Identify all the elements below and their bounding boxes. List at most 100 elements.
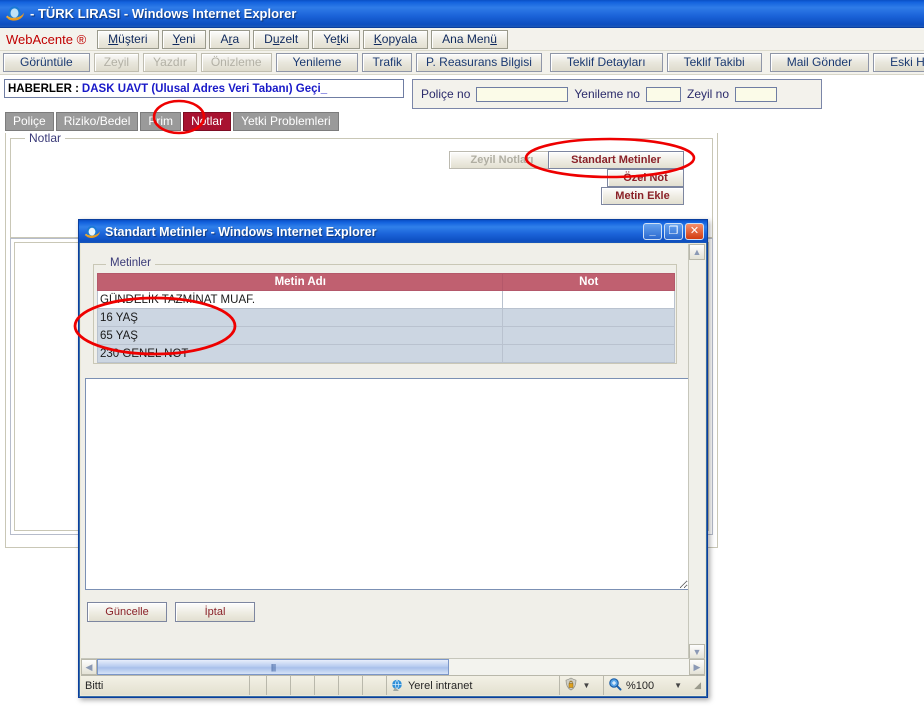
zoom-magnifier-icon <box>608 677 622 694</box>
action-toolbar: Görüntüle Zeyil Yazdır Önizleme Yenileme… <box>0 51 924 75</box>
toolbar-button-p-reasurans-bilgisi[interactable]: P. Reasurans Bilgisi <box>416 53 542 72</box>
cell-not[interactable] <box>502 344 675 363</box>
toolbar-button-teklif-detaylari[interactable]: Teklif Detayları <box>549 53 663 72</box>
standart-metinler-button[interactable]: Standart Metinler <box>548 151 684 169</box>
cell-not[interactable] <box>502 326 675 345</box>
section-tabs: Poliçe Riziko/Bedel Prim Notlar Yetki Pr… <box>0 109 924 131</box>
tab-prim[interactable]: Prim <box>140 112 182 131</box>
globe-icon <box>391 679 404 692</box>
zeyil-no-label: Zeyil no <box>686 87 730 101</box>
news-and-policy-row: HABERLER : DASK UAVT (Ulusal Adres Veri … <box>0 75 924 109</box>
dialog-body: Metinler Metin Adı Not GÜNDELİK TAZMİNAT… <box>79 243 707 697</box>
news-label: HABERLER : <box>8 82 79 95</box>
main-window-title: - TÜRK LIRASI - Windows Internet Explore… <box>30 6 297 21</box>
dialog-vertical-scrollbar[interactable]: ▲ ▼ <box>688 244 705 660</box>
minimize-icon[interactable]: _ <box>643 223 662 240</box>
tab-riziko-bedel[interactable]: Riziko/Bedel <box>55 112 139 131</box>
toolbar-button-trafik[interactable]: Trafik <box>362 53 413 72</box>
dialog-horizontal-scrollbar[interactable]: ◀ |||| ▶ <box>81 658 705 675</box>
toolbar-button-teklif-takibi[interactable]: Teklif Takibi <box>666 53 762 72</box>
menu-strip: WebAcente ® Müşteri Yeni Ara Duzelt Yetk… <box>0 28 924 51</box>
menu-item-ara[interactable]: Ara <box>209 30 251 49</box>
dialog-title: Standart Metinler - Windows Internet Exp… <box>105 224 377 239</box>
metin-ekle-button[interactable]: Metin Ekle <box>601 187 684 205</box>
cell-metin-adi[interactable]: GÜNDELİK TAZMİNAT MUAF. <box>96 290 504 309</box>
status-slot-5 <box>339 676 364 695</box>
dialog-window-buttons: _ ❐ ✕ <box>643 223 707 240</box>
toolbar-button-yazdir: Yazdır <box>143 53 197 72</box>
standart-metinler-dialog: Standart Metinler - Windows Internet Exp… <box>78 219 708 698</box>
cell-not[interactable] <box>502 308 675 327</box>
scroll-right-icon[interactable]: ▶ <box>689 659 705 675</box>
menu-item-yetki[interactable]: Yetki <box>312 30 360 49</box>
dialog-statusbar: Bitti Yerel intranet ▼ %100 ▼ ◢ <box>81 675 705 695</box>
protected-mode-caret-icon[interactable]: ▼ <box>582 681 590 690</box>
status-slot-3 <box>291 676 316 695</box>
dialog-ie-logo-icon <box>84 224 100 240</box>
toolbar-button-eski-hasar[interactable]: Eski Hasar <box>873 53 924 72</box>
zoom-caret-icon[interactable]: ▼ <box>674 681 682 690</box>
metinler-legend: Metinler <box>106 257 155 269</box>
hscroll-thumb[interactable]: |||| <box>97 659 449 675</box>
close-icon[interactable]: ✕ <box>685 223 704 240</box>
security-zone-label: Yerel intranet <box>407 679 473 692</box>
column-header-not[interactable]: Not <box>502 273 675 291</box>
table-row[interactable]: 16 YAŞ <box>96 308 675 327</box>
metinler-group: Metinler Metin Adı Not GÜNDELİK TAZMİNAT… <box>93 257 677 364</box>
toolbar-button-zeyil: Zeyil <box>93 53 140 72</box>
cell-metin-adi[interactable]: 65 YAŞ <box>96 326 504 345</box>
yenileme-no-label: Yenileme no <box>574 87 640 101</box>
status-text: Bitti <box>81 676 250 695</box>
table-row[interactable]: 230 GENEL NOT <box>96 344 675 363</box>
note-textarea[interactable] <box>85 378 688 590</box>
toolbar-button-yenileme[interactable]: Yenileme <box>275 53 359 72</box>
iptal-button[interactable]: İptal <box>175 602 255 622</box>
status-slot-6 <box>363 676 387 695</box>
cell-metin-adi[interactable]: 230 GENEL NOT <box>96 344 504 363</box>
zoom-level-label: %100 <box>626 679 655 692</box>
cell-not[interactable] <box>502 290 675 309</box>
dialog-action-buttons: Güncelle İptal <box>87 602 255 622</box>
menu-item-musteri[interactable]: Müşteri <box>97 30 159 49</box>
hscroll-track[interactable]: |||| <box>97 659 689 675</box>
tab-notlar[interactable]: Notlar <box>183 112 232 131</box>
news-text: DASK UAVT (Ulusal Adres Veri Tabanı) Geç… <box>81 82 328 95</box>
scroll-left-icon[interactable]: ◀ <box>81 659 97 675</box>
brand-label: WebAcente ® <box>6 32 87 47</box>
resize-grip-icon[interactable]: ◢ <box>694 680 701 691</box>
menu-item-duzelt[interactable]: Duzelt <box>253 30 310 49</box>
table-row[interactable]: 65 YAŞ <box>96 326 675 345</box>
protected-mode-indicator[interactable]: ▼ <box>560 676 605 695</box>
police-no-input[interactable] <box>476 86 569 102</box>
ozel-not-button[interactable]: Özel Not <box>607 169 684 187</box>
news-banner: HABERLER : DASK UAVT (Ulusal Adres Veri … <box>4 79 404 98</box>
police-no-label: Poliçe no <box>421 87 471 101</box>
table-header-row: Metin Adı Not <box>96 273 675 291</box>
maximize-icon[interactable]: ❐ <box>664 223 683 240</box>
table-row[interactable]: GÜNDELİK TAZMİNAT MUAF. <box>96 290 675 309</box>
zoom-control[interactable]: %100 ▼ ◢ <box>604 676 705 695</box>
tab-yetki-problemleri[interactable]: Yetki Problemleri <box>233 112 339 131</box>
shield-lock-icon <box>564 677 578 694</box>
cell-metin-adi[interactable]: 16 YAŞ <box>96 308 504 327</box>
security-zone[interactable]: Yerel intranet <box>387 676 561 695</box>
tab-police[interactable]: Poliçe <box>5 112 54 131</box>
status-slot-1 <box>250 676 268 695</box>
notlar-legend: Notlar <box>25 131 66 145</box>
column-header-metin-adi[interactable]: Metin Adı <box>96 273 504 291</box>
zeyil-no-input[interactable] <box>735 86 778 102</box>
dialog-content-canvas: Metinler Metin Adı Not GÜNDELİK TAZMİNAT… <box>81 244 689 660</box>
menu-item-ana-menu[interactable]: Ana Menü <box>431 30 508 49</box>
menu-item-kopyala[interactable]: Kopyala <box>362 30 429 49</box>
internet-explorer-window: - TÜRK LIRASI - Windows Internet Explore… <box>0 0 924 715</box>
scroll-up-icon[interactable]: ▲ <box>689 244 705 260</box>
toolbar-button-goruntule[interactable]: Görüntüle <box>3 53 90 72</box>
toolbar-button-onizleme: Önizleme <box>200 53 272 72</box>
zeyil-notlari-button: Zeyil Notları <box>449 151 555 169</box>
guncelle-button[interactable]: Güncelle <box>87 602 167 622</box>
policy-search-box: Poliçe no Yenileme no Zeyil no <box>412 79 822 109</box>
menu-item-yeni[interactable]: Yeni <box>161 30 207 49</box>
toolbar-button-mail-gonder[interactable]: Mail Gönder <box>769 53 870 72</box>
metinler-table: Metin Adı Not GÜNDELİK TAZMİNAT MUAF. 16… <box>96 273 675 363</box>
yenileme-no-input[interactable] <box>645 86 681 102</box>
